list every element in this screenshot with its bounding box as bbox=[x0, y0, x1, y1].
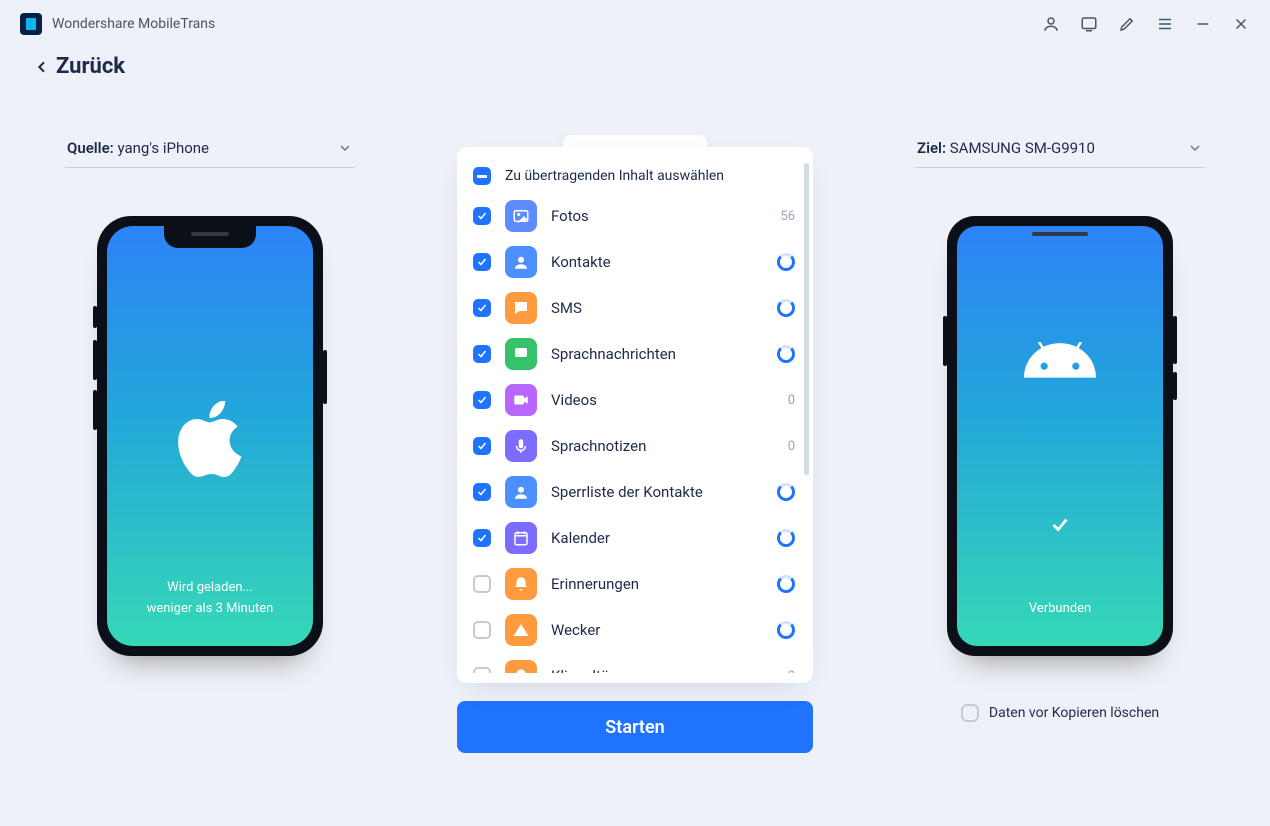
loading-spinner-icon bbox=[777, 345, 795, 363]
category-label: Fotos bbox=[551, 207, 753, 225]
chevron-down-icon bbox=[1187, 140, 1203, 156]
category-row: Videos 0 bbox=[471, 377, 805, 423]
start-button[interactable]: Starten bbox=[457, 701, 813, 753]
category-label: Klingeltöne bbox=[551, 667, 753, 673]
category-label: Videos bbox=[551, 391, 753, 409]
category-label: Erinnerungen bbox=[551, 575, 763, 593]
category-row: Fotos 56 bbox=[471, 193, 805, 239]
minimize-icon[interactable] bbox=[1194, 15, 1212, 33]
contact-icon bbox=[505, 476, 537, 508]
titlebar-right bbox=[1042, 15, 1250, 33]
category-checkbox[interactable] bbox=[473, 529, 491, 547]
bell-icon bbox=[505, 660, 537, 673]
clear-before-copy-label: Daten vor Kopieren löschen bbox=[989, 705, 1159, 721]
content-panel: Zu übertragenden Inhalt auswählen Fotos 5… bbox=[457, 147, 813, 683]
app-title: Wondershare MobileTrans bbox=[52, 16, 215, 32]
alarm-icon bbox=[505, 614, 537, 646]
loading-spinner-icon bbox=[777, 299, 795, 317]
loading-spinner-icon bbox=[777, 529, 795, 547]
connected-check-icon bbox=[1045, 510, 1075, 540]
loading-spinner-icon bbox=[777, 621, 795, 639]
source-status-text: Wird geladen... weniger als 3 Minuten bbox=[107, 578, 313, 620]
category-checkbox[interactable] bbox=[473, 667, 491, 673]
chevron-left-icon bbox=[34, 59, 50, 75]
calendar-icon bbox=[505, 522, 537, 554]
loading-spinner-icon bbox=[777, 575, 795, 593]
category-label: Sprachnachrichten bbox=[551, 345, 763, 363]
category-row: Kontakte bbox=[471, 239, 805, 285]
mic-icon bbox=[505, 430, 537, 462]
category-label: Sprachnotizen bbox=[551, 437, 753, 455]
target-status-text: Verbunden bbox=[957, 599, 1163, 620]
video-icon bbox=[505, 384, 537, 416]
back-label: Zurück bbox=[56, 54, 125, 79]
category-count: 0 bbox=[767, 393, 795, 408]
panel-header-label: Zu übertragenden Inhalt auswählen bbox=[505, 168, 724, 184]
category-row: Erinnerungen bbox=[471, 561, 805, 607]
titlebar: Wondershare MobileTrans bbox=[0, 0, 1270, 48]
category-checkbox[interactable] bbox=[473, 253, 491, 271]
category-count: 56 bbox=[767, 209, 795, 224]
center-column: Zu übertragenden Inhalt auswählen Fotos 5… bbox=[455, 133, 815, 753]
category-count: 0 bbox=[767, 669, 795, 674]
category-label: Kalender bbox=[551, 529, 763, 547]
category-row: Sprachnotizen 0 bbox=[471, 423, 805, 469]
category-row: Kalender bbox=[471, 515, 805, 561]
voicemail-icon bbox=[505, 338, 537, 370]
start-label: Starten bbox=[605, 717, 664, 738]
category-label: Kontakte bbox=[551, 253, 763, 271]
category-label: SMS bbox=[551, 299, 763, 317]
sms-icon bbox=[505, 292, 537, 324]
chevron-down-icon bbox=[337, 140, 353, 156]
category-list: Fotos 56 Kontakte SMS Sprachnachrichten Video… bbox=[471, 193, 805, 673]
titlebar-left: Wondershare MobileTrans bbox=[20, 13, 215, 35]
category-count: 0 bbox=[767, 439, 795, 454]
target-device-select[interactable]: Ziel: SAMSUNG SM-G9910 bbox=[915, 133, 1205, 168]
target-column: Ziel: SAMSUNG SM-G9910 Verb bbox=[910, 133, 1210, 722]
category-checkbox[interactable] bbox=[473, 299, 491, 317]
clear-before-copy-option[interactable]: Daten vor Kopieren löschen bbox=[961, 704, 1159, 722]
category-row: Sprachnachrichten bbox=[471, 331, 805, 377]
back-button[interactable]: Zurück bbox=[34, 54, 125, 79]
source-phone-mockup: Wird geladen... weniger als 3 Minuten bbox=[97, 216, 323, 656]
category-checkbox[interactable] bbox=[473, 391, 491, 409]
category-checkbox[interactable] bbox=[473, 575, 491, 593]
loading-spinner-icon bbox=[777, 253, 795, 271]
apple-logo-icon bbox=[178, 401, 242, 481]
target-device-label: Ziel: SAMSUNG SM-G9910 bbox=[917, 139, 1095, 157]
source-column: Quelle: yang's iPhone Wird geladen... we… bbox=[60, 133, 360, 656]
category-row: Klingeltöne 0 bbox=[471, 653, 805, 673]
category-checkbox[interactable] bbox=[473, 483, 491, 501]
source-device-label: Quelle: yang's iPhone bbox=[67, 139, 209, 157]
android-logo-icon bbox=[1024, 342, 1096, 390]
feedback-icon[interactable] bbox=[1080, 15, 1098, 33]
select-all-checkbox[interactable] bbox=[473, 167, 491, 185]
category-checkbox[interactable] bbox=[473, 621, 491, 639]
category-checkbox[interactable] bbox=[473, 345, 491, 363]
contact-icon bbox=[505, 246, 537, 278]
category-row: Sperrliste der Kontakte bbox=[471, 469, 805, 515]
category-checkbox[interactable] bbox=[473, 207, 491, 225]
clear-before-copy-checkbox[interactable] bbox=[961, 704, 979, 722]
close-icon[interactable] bbox=[1232, 15, 1250, 33]
photo-icon bbox=[505, 200, 537, 232]
account-icon[interactable] bbox=[1042, 15, 1060, 33]
category-checkbox[interactable] bbox=[473, 437, 491, 455]
category-row: SMS bbox=[471, 285, 805, 331]
loading-spinner-icon bbox=[777, 483, 795, 501]
bell-icon bbox=[505, 568, 537, 600]
app-icon bbox=[20, 13, 42, 35]
menu-icon[interactable] bbox=[1156, 15, 1174, 33]
category-row: Wecker bbox=[471, 607, 805, 653]
edit-icon[interactable] bbox=[1118, 15, 1136, 33]
category-label: Sperrliste der Kontakte bbox=[551, 483, 763, 501]
panel-header: Zu übertragenden Inhalt auswählen bbox=[471, 163, 805, 193]
source-device-select[interactable]: Quelle: yang's iPhone bbox=[65, 133, 355, 168]
target-phone-mockup: Verbunden bbox=[947, 216, 1173, 656]
category-label: Wecker bbox=[551, 621, 763, 639]
